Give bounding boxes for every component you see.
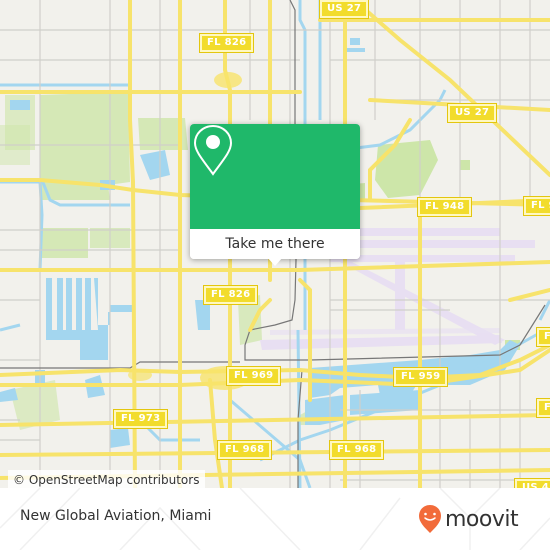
location-popup: Take me there	[190, 124, 360, 266]
footer: New Global Aviation, Miami moovit	[0, 488, 550, 550]
road-label-fl826-mid: FL 826	[202, 285, 259, 305]
road-label-fl953-b: FL 953	[535, 398, 550, 418]
moovit-wordmark: moovit	[445, 506, 519, 532]
road-label-us27-mid: US 27	[446, 103, 498, 123]
road-label-fl969: FL 969	[225, 366, 282, 386]
place-name: New Global Aviation, Miami	[20, 508, 212, 524]
road-label-us41: US 41	[513, 478, 550, 488]
map-attribution[interactable]: © OpenStreetMap contributors	[8, 470, 206, 490]
road-label-fl953-a: FL 953	[535, 327, 550, 347]
moovit-logo[interactable]: moovit	[418, 502, 519, 536]
popup-pointer	[267, 257, 283, 266]
popup-header	[190, 124, 360, 229]
take-me-there-button[interactable]: Take me there	[190, 229, 360, 259]
road-label-us27-top: US 27	[318, 0, 370, 19]
road-label-fl826-top: FL 826	[198, 33, 255, 53]
road-label-fl968-b: FL 968	[328, 440, 385, 460]
road-label-fl973: FL 973	[112, 409, 169, 429]
road-label-fl948-a: FL 948	[416, 197, 473, 217]
map[interactable]: US 27 FL 826 US 27 FL 948 FL 948 FL 826 …	[0, 0, 550, 488]
road-label-fl948-b: FL 948	[522, 196, 550, 216]
road-label-fl968-a: FL 968	[216, 440, 273, 460]
moovit-pin-icon	[419, 505, 441, 533]
road-label-fl959: FL 959	[392, 367, 449, 387]
map-pin-icon	[193, 124, 233, 176]
